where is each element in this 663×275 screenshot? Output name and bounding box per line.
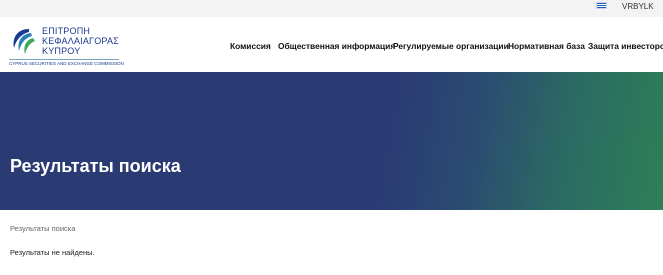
top-bar: VRBYLK bbox=[0, 0, 663, 17]
language-selector[interactable]: VRBYLK bbox=[622, 2, 654, 11]
nav-item-public-information[interactable]: Общественная информация bbox=[278, 41, 395, 51]
nav-item-regulated-entities[interactable]: Регулируемые организации bbox=[393, 41, 509, 51]
logo-text-line-1: ΕΠΙΤΡΟΠΗ bbox=[42, 26, 91, 36]
hero-banner: Результаты поиска bbox=[0, 72, 663, 210]
page-title: Результаты поиска bbox=[10, 156, 181, 176]
nav-item-legal-framework[interactable]: Нормативная база bbox=[508, 41, 585, 51]
no-results-message: Результаты не найдены. bbox=[10, 248, 95, 257]
nav-item-commission[interactable]: Комиссия bbox=[230, 41, 271, 51]
greek-flag-icon[interactable] bbox=[596, 2, 607, 9]
logo-subtitle: CYPRUS SECURITIES AND EXCHANGE COMMISSIO… bbox=[9, 59, 124, 66]
main-nav: Комиссия Общественная информация Регулир… bbox=[0, 41, 663, 53]
breadcrumb: Результаты поиска bbox=[10, 224, 76, 233]
nav-item-investor-protection[interactable]: Защита инвесторов bbox=[588, 41, 663, 51]
